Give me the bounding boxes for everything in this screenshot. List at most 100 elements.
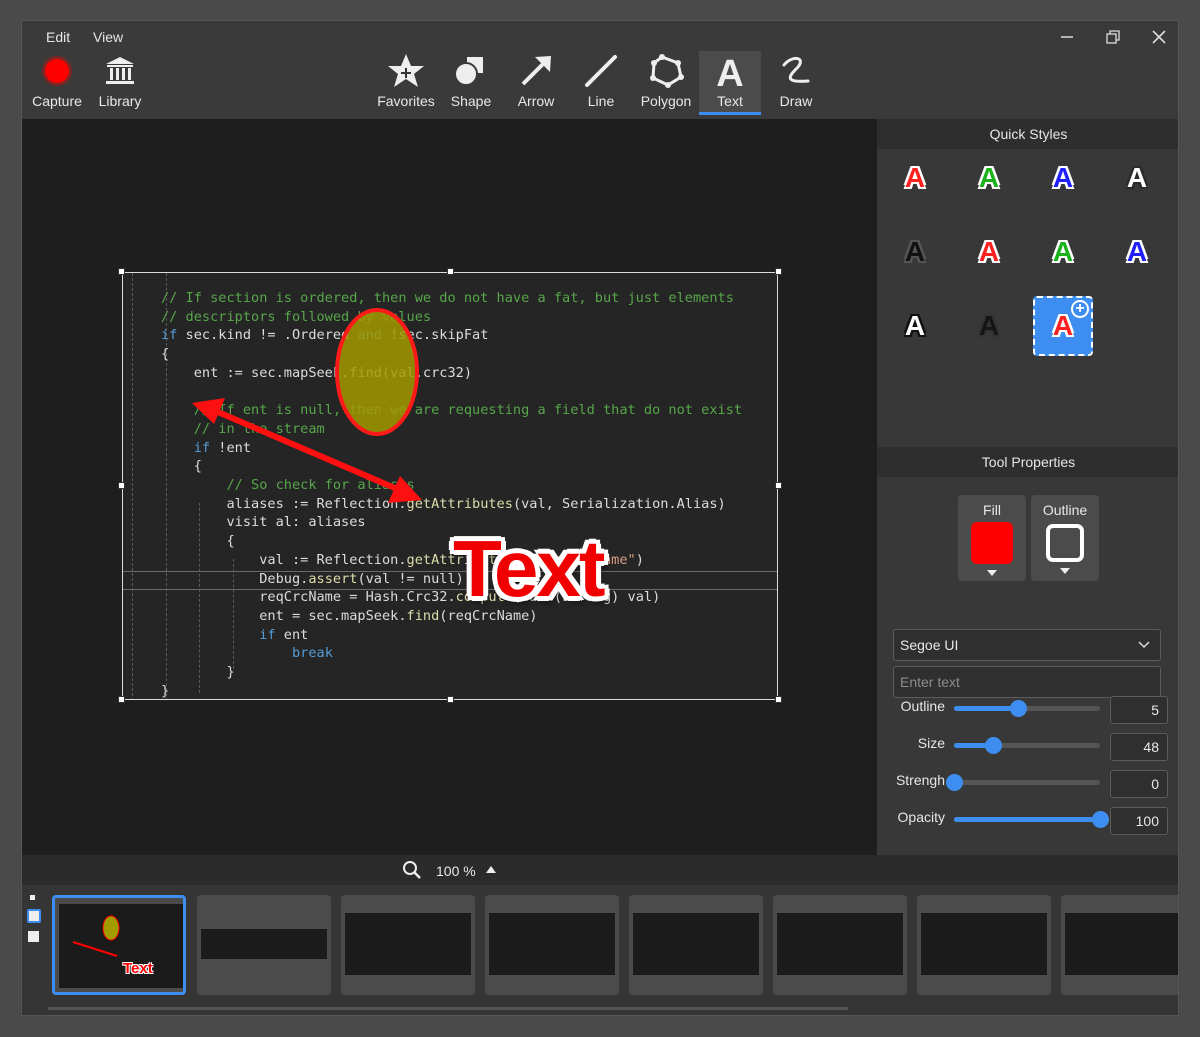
thumbnail-image xyxy=(921,913,1047,975)
property-slider[interactable] xyxy=(954,811,1109,828)
quick-style-5[interactable]: A xyxy=(885,222,945,282)
tool-label: Shape xyxy=(450,93,492,109)
thumbnail-2[interactable] xyxy=(197,895,331,995)
library-button[interactable]: Library xyxy=(88,51,152,115)
quick-style-1[interactable]: A xyxy=(885,148,945,208)
arrow-icon xyxy=(521,56,551,86)
menu-edit[interactable]: Edit xyxy=(46,29,70,45)
zoom-icon[interactable] xyxy=(402,860,422,880)
quick-style-4[interactable]: A xyxy=(1107,148,1167,208)
close-button[interactable] xyxy=(1144,25,1174,49)
library-icon xyxy=(106,57,134,84)
thumbnail-strip: Text xyxy=(22,885,1178,1015)
quick-style-3[interactable]: A xyxy=(1033,148,1093,208)
chevron-up-icon[interactable] xyxy=(486,866,496,873)
fill-button[interactable]: Fill xyxy=(958,495,1026,581)
menu-view[interactable]: View xyxy=(93,29,123,45)
slider-knob[interactable] xyxy=(985,737,1003,754)
font-select[interactable]: Segoe UI xyxy=(893,629,1161,661)
tool-draw[interactable]: Draw xyxy=(764,51,828,115)
tool-properties-title: Tool Properties xyxy=(877,447,1178,477)
tool-line[interactable]: Line xyxy=(569,51,633,115)
thumbnail-image xyxy=(489,913,615,975)
thumbnail-image xyxy=(777,913,903,975)
thumbnail-4[interactable] xyxy=(485,895,619,995)
property-row: Strengh 0 xyxy=(877,770,1178,800)
outline-button[interactable]: Outline xyxy=(1031,495,1099,581)
line-icon xyxy=(585,55,617,87)
property-row: Opacity 100 xyxy=(877,807,1178,837)
tool-arrow[interactable]: Arrow xyxy=(504,51,568,115)
add-style-icon: + xyxy=(1071,300,1089,318)
property-label: Opacity xyxy=(897,809,945,825)
svg-text:A: A xyxy=(716,53,743,90)
tool-text[interactable]: A Text xyxy=(699,51,761,115)
tool-shape[interactable]: Shape xyxy=(439,51,503,115)
property-value[interactable]: 5 xyxy=(1110,696,1168,724)
quick-style-9[interactable]: A xyxy=(885,296,945,356)
draw-icon xyxy=(782,57,810,83)
text-input[interactable]: Enter text xyxy=(893,666,1161,698)
thumbnail-text: Text xyxy=(123,960,153,977)
tool-label: Text xyxy=(717,93,743,109)
minimize-icon xyxy=(1061,36,1073,38)
view-mode-medium[interactable] xyxy=(27,909,41,923)
property-label: Outline xyxy=(900,698,945,714)
property-value[interactable]: 0 xyxy=(1110,770,1168,798)
right-panel: Quick Styles A A A A A A A A A A A + Tool Propertie… xyxy=(877,119,1178,855)
quick-style-10[interactable]: A xyxy=(959,296,1019,356)
editor-canvas[interactable]: // If section is ordered, then we do not… xyxy=(22,119,877,855)
thumbnail-3[interactable] xyxy=(341,895,475,995)
quick-styles-title: Quick Styles xyxy=(877,119,1178,149)
slider-knob[interactable] xyxy=(1092,811,1109,828)
thumbnail-5[interactable] xyxy=(629,895,763,995)
capture-button[interactable]: Capture xyxy=(25,51,89,115)
property-slider[interactable] xyxy=(954,700,1100,717)
tool-polygon[interactable]: Polygon xyxy=(634,51,698,115)
tool-label: Favorites xyxy=(377,93,435,109)
view-mode-small[interactable] xyxy=(30,895,35,900)
restore-icon xyxy=(1106,30,1120,44)
capture-label: Capture xyxy=(32,93,82,109)
thumbnail-1[interactable]: Text xyxy=(52,895,186,995)
annotation-layer xyxy=(192,308,422,503)
tool-label: Arrow xyxy=(517,93,555,109)
property-value[interactable]: 100 xyxy=(1110,807,1168,835)
library-label: Library xyxy=(98,93,142,109)
outline-swatch xyxy=(1046,524,1084,562)
thumbnail-image xyxy=(201,929,327,959)
view-mode-large[interactable] xyxy=(28,931,39,942)
quick-style-2[interactable]: A xyxy=(959,148,1019,208)
quick-style-8[interactable]: A xyxy=(1107,222,1167,282)
polygon-icon xyxy=(650,54,684,88)
thumbnail-8[interactable] xyxy=(1061,895,1178,995)
tool-label: Line xyxy=(587,93,615,109)
restore-button[interactable] xyxy=(1098,25,1128,49)
tool-label: Draw xyxy=(779,93,813,109)
text-icon: A xyxy=(716,53,743,90)
text-placeholder: Enter text xyxy=(900,674,960,690)
quick-style-7[interactable]: A xyxy=(1033,222,1093,282)
minimize-button[interactable] xyxy=(1052,25,1082,49)
text-annotation[interactable]: Text xyxy=(453,529,606,609)
thumbnail-7[interactable] xyxy=(917,895,1051,995)
thumbnail-6[interactable] xyxy=(773,895,907,995)
strip-scrollbar[interactable] xyxy=(48,1007,848,1010)
fill-swatch xyxy=(971,522,1013,564)
tool-favorites[interactable]: Favorites xyxy=(374,51,438,115)
property-label: Strengh xyxy=(895,772,945,788)
property-value[interactable]: 48 xyxy=(1110,733,1168,761)
chevron-down-icon xyxy=(987,570,997,576)
property-slider[interactable] xyxy=(946,774,1100,791)
close-icon xyxy=(1152,30,1166,44)
slider-knob[interactable] xyxy=(1010,700,1028,717)
property-slider[interactable] xyxy=(954,737,1100,754)
fill-label: Fill xyxy=(983,502,1001,518)
slider-knob[interactable] xyxy=(946,774,963,791)
quick-style-6[interactable]: A xyxy=(959,222,1019,282)
font-value: Segoe UI xyxy=(900,637,959,653)
outline-label: Outline xyxy=(1042,502,1088,518)
tool-label: Polygon xyxy=(640,93,692,109)
thumbnail-image xyxy=(633,913,759,975)
quick-style-11[interactable]: A + xyxy=(1033,296,1093,356)
